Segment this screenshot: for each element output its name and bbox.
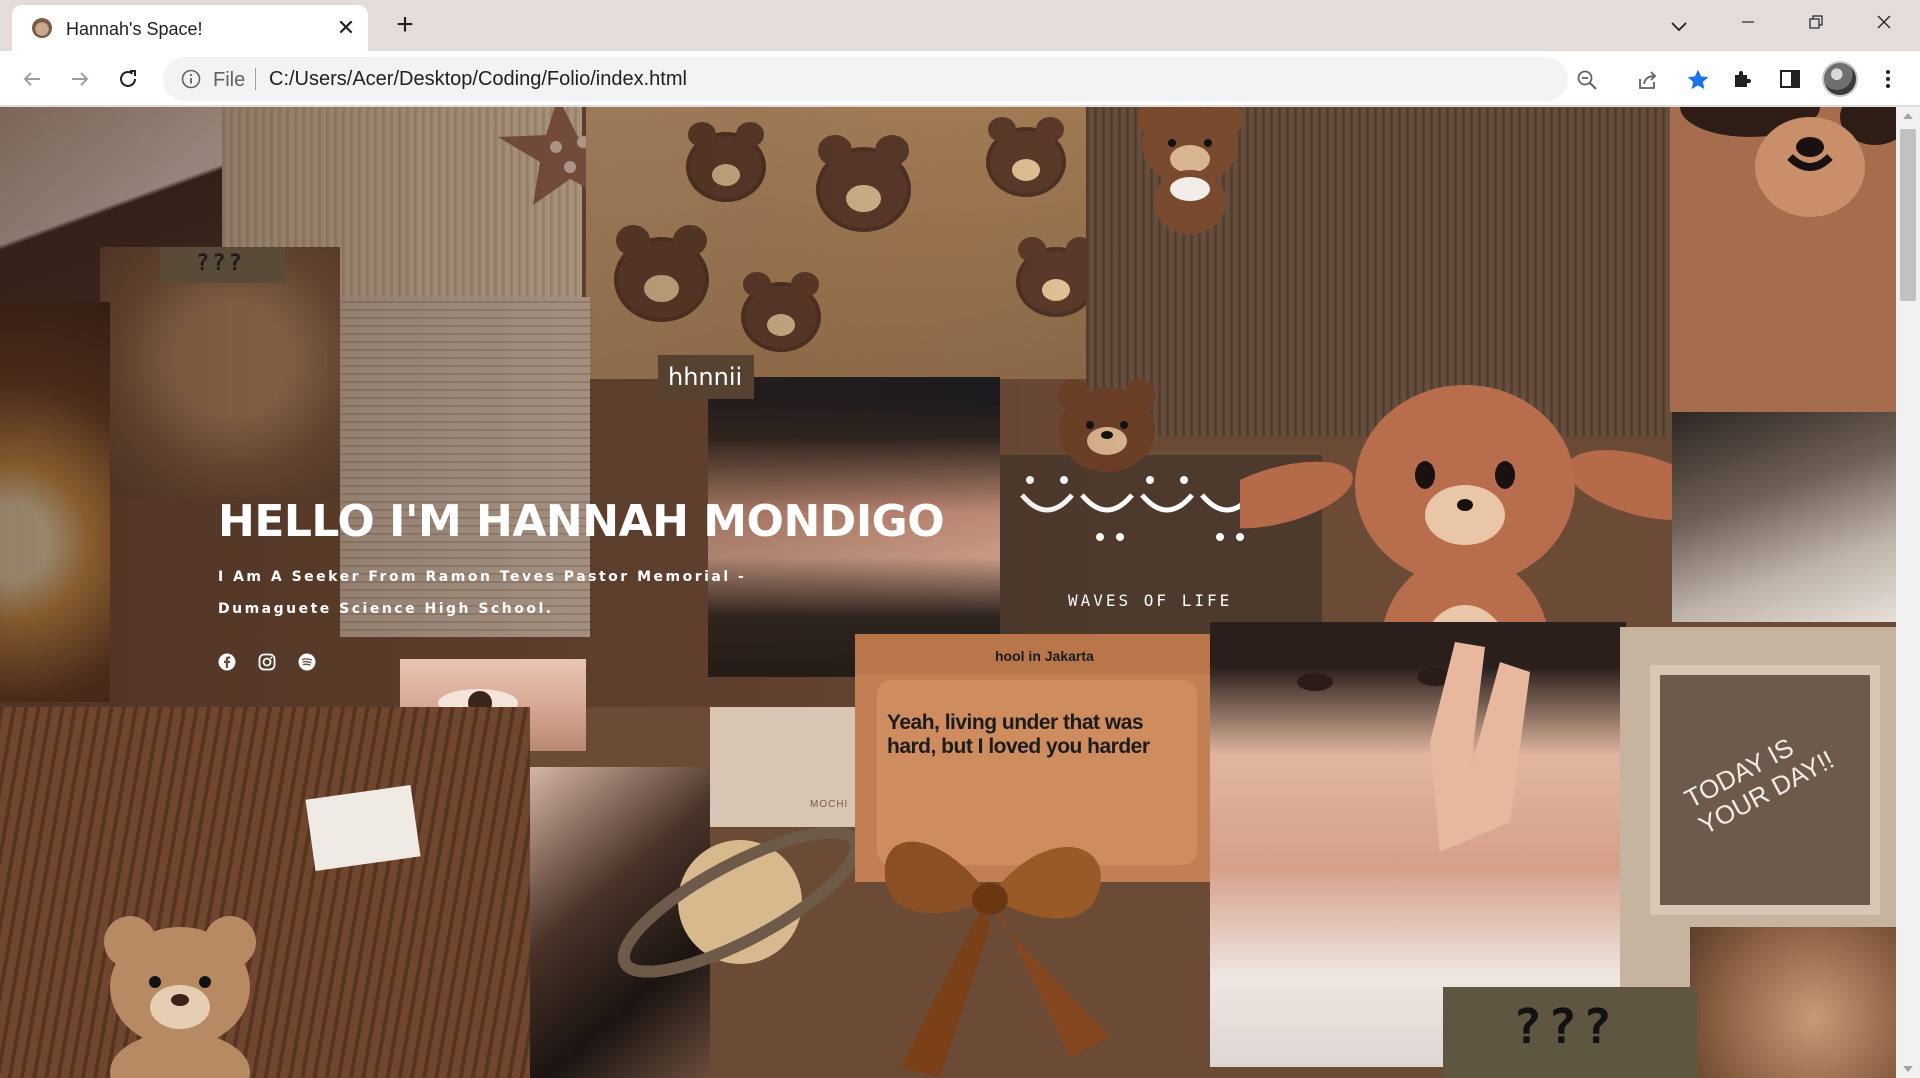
arrow-left-icon bbox=[23, 72, 40, 86]
restore-icon bbox=[1809, 15, 1823, 29]
collage-photo-bear-face bbox=[1670, 107, 1896, 412]
zoom-icon[interactable] bbox=[1573, 66, 1601, 94]
page-scrollbar[interactable] bbox=[1896, 107, 1920, 1078]
side-panel-icon[interactable] bbox=[1774, 63, 1806, 95]
favicon-icon bbox=[32, 18, 52, 38]
collage-photo-cat bbox=[1690, 927, 1896, 1078]
scroll-thumb[interactable] bbox=[1900, 129, 1916, 301]
waves-label: WAVES OF LIFE bbox=[1068, 591, 1233, 610]
scroll-up-arrow-icon[interactable] bbox=[1903, 113, 1913, 119]
tab-strip: Hannah's Space! ✕ + bbox=[0, 0, 1920, 51]
minimize-icon bbox=[1742, 21, 1754, 23]
site-info-icon[interactable] bbox=[180, 68, 202, 90]
close-icon bbox=[1877, 15, 1891, 29]
restore-button[interactable] bbox=[1782, 0, 1850, 44]
url-text[interactable]: C:/Users/Acer/Desktop/Coding/Folio/index… bbox=[269, 68, 687, 91]
bag-label bbox=[305, 784, 421, 872]
tab-search-button[interactable] bbox=[1662, 9, 1696, 43]
question-sticker-bottom: ??? bbox=[1443, 987, 1697, 1078]
collage-photo-mug bbox=[0, 302, 110, 702]
arrow-right-icon bbox=[72, 72, 89, 86]
photo-caption-tag: hhnnii bbox=[658, 355, 754, 399]
profile-avatar[interactable] bbox=[1822, 61, 1858, 97]
close-window-button[interactable] bbox=[1850, 0, 1918, 44]
page-viewport: WAVES OF LIFE ??? hhnnii HELLO I'M HANNA… bbox=[0, 107, 1896, 1078]
reload-icon bbox=[120, 70, 136, 87]
message-header: hool in Jakarta bbox=[995, 648, 1094, 664]
instagram-icon[interactable] bbox=[258, 653, 276, 671]
minimize-button[interactable] bbox=[1714, 0, 1782, 44]
ribbon-bow-sticker bbox=[820, 787, 1160, 1078]
extensions-icon[interactable] bbox=[1727, 63, 1759, 95]
menu-kebab-icon[interactable] bbox=[1872, 63, 1904, 95]
hero-tagline: I Am A Seeker From Ramon Teves Pastor Me… bbox=[218, 569, 747, 617]
forward-button[interactable] bbox=[62, 61, 98, 97]
browser-toolbar: File C:/Users/Acer/Desktop/Coding/Folio/… bbox=[0, 51, 1920, 106]
tab-active[interactable]: Hannah's Space! ✕ bbox=[12, 5, 368, 51]
bear-cookie-sticker bbox=[1052, 375, 1162, 475]
collage-photo-sneaker bbox=[1672, 412, 1896, 622]
reload-button[interactable] bbox=[110, 61, 146, 97]
address-bar[interactable]: File C:/Users/Acer/Desktop/Coding/Folio/… bbox=[163, 57, 1709, 101]
message-body: Yeah, living under that was hard, but I … bbox=[887, 711, 1150, 758]
back-button[interactable] bbox=[14, 61, 50, 97]
chevron-down-icon bbox=[1671, 22, 1687, 32]
teddy-bear-sticker bbox=[104, 916, 256, 1078]
bear-plush-sticker bbox=[1120, 107, 1260, 237]
tab-close-icon[interactable]: ✕ bbox=[333, 15, 359, 41]
collage-photo-corduroy-bag bbox=[0, 707, 530, 1078]
tab-title: Hannah's Space! bbox=[66, 19, 203, 39]
social-links bbox=[218, 653, 316, 671]
hero-name-heading: HELLO I'M HANNAH MONDIGO bbox=[218, 496, 945, 547]
spotify-icon[interactable] bbox=[298, 653, 316, 671]
question-sticker-top: ??? bbox=[160, 247, 285, 283]
collage-photo-cookies bbox=[586, 107, 1086, 379]
facebook-icon[interactable] bbox=[218, 653, 236, 671]
new-tab-button[interactable]: + bbox=[388, 9, 422, 43]
bookmark-star-icon[interactable] bbox=[1684, 66, 1712, 94]
scroll-down-arrow-icon[interactable] bbox=[1903, 1066, 1913, 1072]
url-scheme-label: File bbox=[213, 69, 246, 91]
collage-photo-teddy bbox=[100, 247, 340, 497]
url-divider bbox=[255, 68, 256, 90]
share-icon[interactable] bbox=[1634, 66, 1662, 94]
